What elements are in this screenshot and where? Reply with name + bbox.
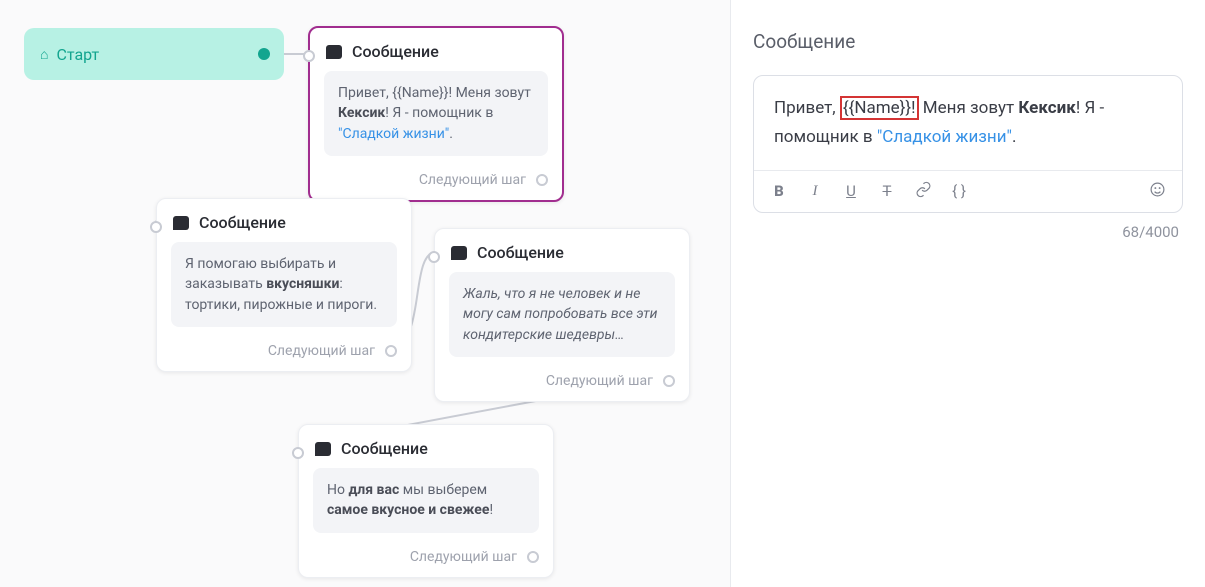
node-input-port[interactable] [292,447,304,459]
node-footer: Следующий шаг [435,367,689,401]
node-input-port[interactable] [428,251,440,263]
message-node-2[interactable]: Сообщение Я помогаю выбирать и заказыват… [156,198,412,372]
editor-text: Привет, [774,98,840,118]
editor-content[interactable]: Привет, {{Name}}! Меня зовут Кексик! Я -… [754,76,1182,170]
node-header: Сообщение [310,28,562,71]
bold-button[interactable]: B [770,182,788,200]
message-node-1[interactable]: Сообщение Привет, {{Name}}! Меня зовут К… [308,26,564,202]
next-step-label: Следующий шаг [546,373,653,389]
node-title: Сообщение [352,42,439,61]
node-header: Сообщение [299,425,553,468]
editor-bold-text: Кексик [1018,98,1075,118]
node-header: Сообщение [157,199,411,242]
node-output-port[interactable] [536,174,548,186]
node-input-port[interactable] [303,50,315,62]
link-icon [915,181,932,198]
emoji-button[interactable] [1148,181,1166,202]
flow-canvas[interactable]: ⌂ Старт Сообщение Привет, {{Name}}! Меня… [0,0,730,587]
node-header: Сообщение [435,229,689,272]
char-counter: 68/4000 [753,223,1183,241]
next-step-label: Следующий шаг [410,549,517,565]
next-step-label: Следующий шаг [419,172,526,188]
editor-link-text[interactable]: "Сладкой жизни" [877,127,1012,147]
editor-text: . [1012,127,1016,147]
message-editor: Привет, {{Name}}! Меня зовут Кексик! Я -… [753,75,1183,213]
emoji-icon [1149,181,1166,198]
link-button[interactable] [914,181,932,202]
editor-toolbar: B I U T { } [754,170,1182,212]
start-node[interactable]: ⌂ Старт [24,28,284,80]
node-body: Привет, {{Name}}! Меня зовут Кексик! Я -… [324,71,548,156]
node-footer: Следующий шаг [299,543,553,577]
node-output-port[interactable] [663,375,675,387]
node-body: Я помогаю выбирать и заказывать вкусняшк… [171,242,397,327]
sidebar-title: Сообщение [753,30,1183,53]
strikethrough-button[interactable]: T [878,182,896,200]
properties-sidebar: Сообщение Привет, {{Name}}! Меня зовут К… [730,0,1205,587]
message-icon [173,216,189,230]
variable-button[interactable]: { } [950,182,968,200]
node-body: Но для вас мы выберем самое вкусное и св… [313,468,539,533]
message-icon [451,246,467,260]
editor-text: Меня зовут [919,98,1019,118]
message-icon [326,45,342,59]
underline-button[interactable]: U [842,182,860,200]
message-icon [315,442,331,456]
node-title: Сообщение [477,243,564,262]
node-input-port[interactable] [150,221,162,233]
message-node-4[interactable]: Сообщение Но для вас мы выберем самое вк… [298,424,554,578]
start-output-port[interactable] [258,48,270,60]
start-label: Старт [56,45,99,64]
node-title: Сообщение [341,439,428,458]
node-output-port[interactable] [385,345,397,357]
message-node-3[interactable]: Сообщение Жаль, что я не человек и не мо… [434,228,690,402]
variable-token[interactable]: {{Name}}! [840,96,919,120]
node-body: Жаль, что я не человек и не могу сам поп… [449,272,675,357]
node-footer: Следующий шаг [310,166,562,200]
node-footer: Следующий шаг [157,337,411,371]
node-output-port[interactable] [527,551,539,563]
italic-button[interactable]: I [806,183,824,200]
node-title: Сообщение [199,213,286,232]
next-step-label: Следующий шаг [268,343,375,359]
home-icon: ⌂ [40,46,48,63]
